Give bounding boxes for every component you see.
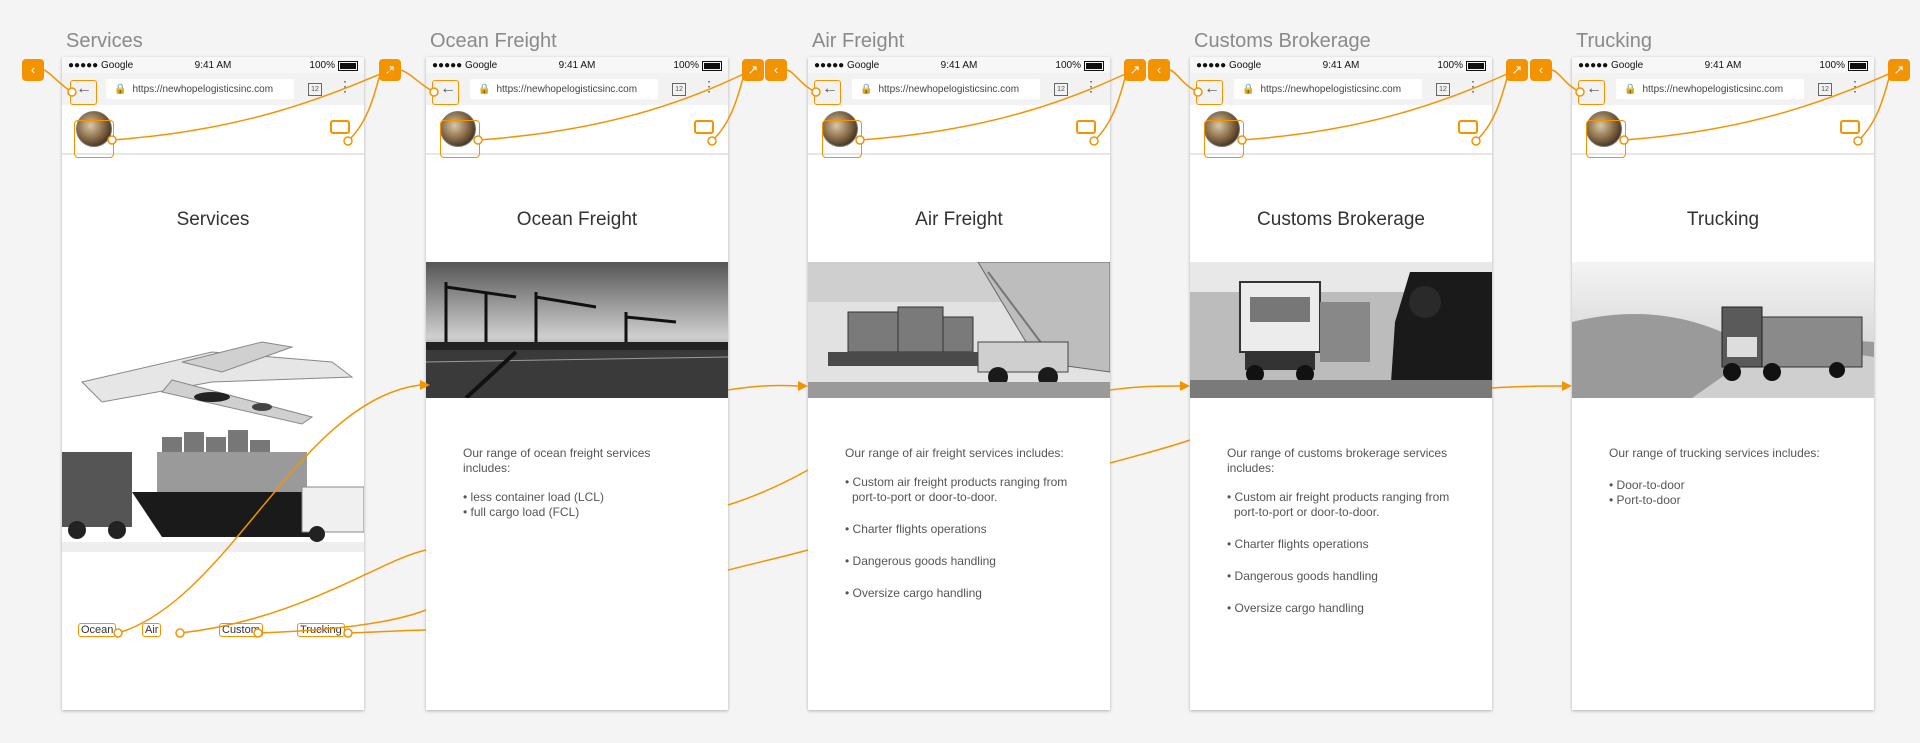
prototype-flow-lines xyxy=(43,69,1899,638)
